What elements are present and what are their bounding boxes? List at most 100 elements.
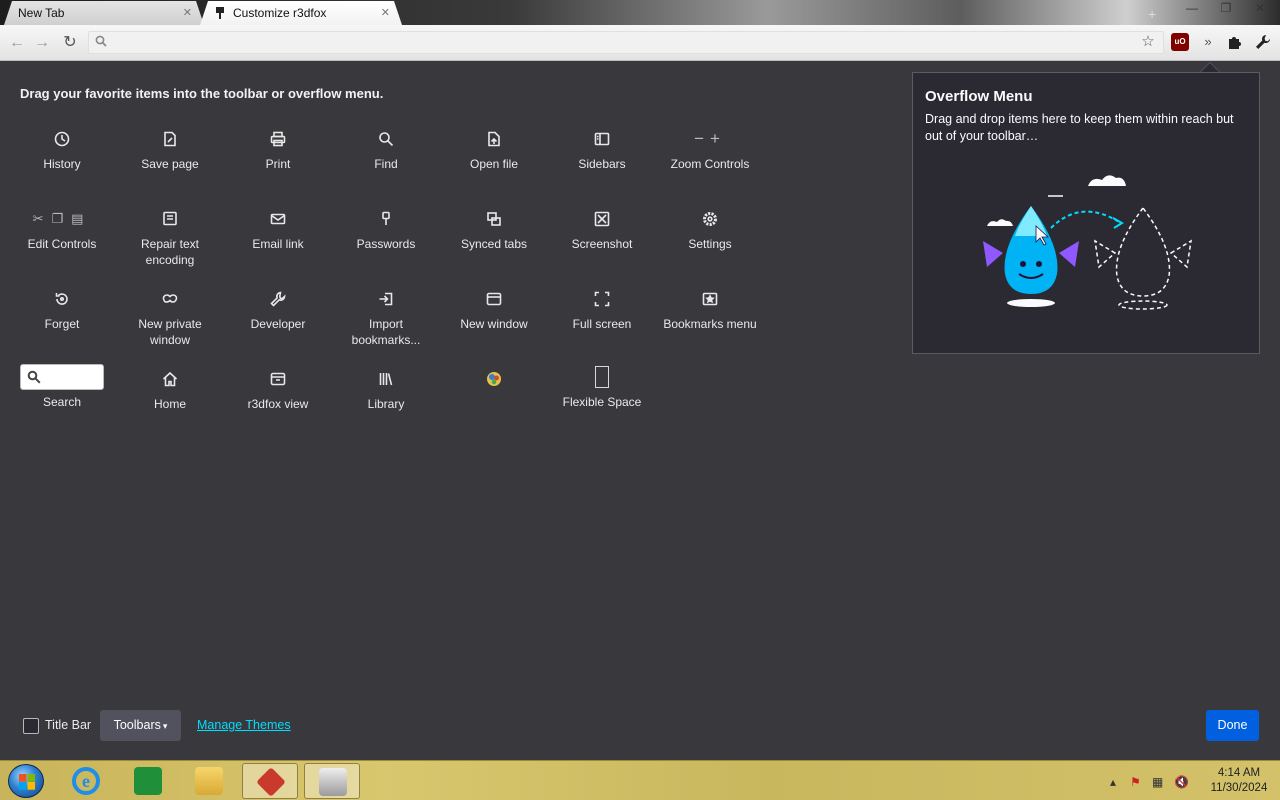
forward-arrow-icon[interactable]: → (31, 32, 53, 54)
palette-item-import-bookmarks[interactable]: Import bookmarks... (336, 286, 436, 348)
palette-item-search[interactable]: Search (12, 364, 112, 410)
search-icon (27, 370, 41, 384)
bookmark-star-icon[interactable]: ☆ (1137, 31, 1159, 53)
print-icon (270, 131, 286, 147)
manage-themes-link[interactable]: Manage Themes (197, 718, 291, 732)
title-bar-checkbox[interactable] (23, 718, 39, 734)
r3dfox-icon (256, 767, 286, 797)
app-menu-wrench-icon[interactable] (1252, 31, 1274, 53)
palette-item-new-window[interactable]: New window (444, 286, 544, 332)
flexible-space-icon (595, 366, 609, 388)
palette-item-history[interactable]: History (12, 126, 112, 172)
palette-item-save-page[interactable]: Save page (120, 126, 220, 172)
close-window-icon[interactable]: ✕ (1246, 0, 1274, 18)
palette-item-passwords[interactable]: Passwords (336, 206, 436, 252)
palette-item-extension[interactable] (444, 366, 544, 396)
internet-explorer-icon: e (72, 767, 100, 795)
new-tab-plus-icon[interactable]: + (1148, 6, 1156, 22)
volume-muted-icon[interactable]: 🔇 (1174, 775, 1189, 789)
minimize-icon[interactable]: — (1178, 0, 1206, 18)
palette-item-edit-controls[interactable]: ✂❐▤ Edit Controls (12, 206, 112, 252)
paintbrush-icon (214, 7, 226, 19)
zoom-icon: −+ (694, 129, 726, 148)
reload-icon[interactable]: ↻ (59, 32, 81, 54)
toolbars-label: Toolbars (113, 718, 161, 732)
action-center-flag-icon[interactable]: ⚑ (1130, 775, 1141, 789)
palette-instructions: Drag your favorite items into the toolba… (20, 86, 384, 101)
palette-item-zoom-controls[interactable]: −+ Zoom Controls (660, 126, 760, 172)
ublock-origin-icon[interactable]: uO (1171, 33, 1189, 51)
back-arrow-icon[interactable]: ← (6, 32, 28, 54)
overflow-menu-panel[interactable]: Overflow Menu Drag and drop items here t… (912, 72, 1260, 354)
extension-icon (444, 366, 544, 392)
done-button[interactable]: Done (1206, 710, 1259, 741)
overflow-panel-arrow-inner (1201, 63, 1219, 72)
firefox-view-icon (270, 372, 286, 386)
fullscreen-icon (594, 291, 610, 307)
edit-controls-icon: ✂❐▤ (32, 211, 92, 226)
url-bar[interactable] (88, 31, 1164, 54)
tab-strip: New Tab ✕ Customize r3dfox ✕ + — ❐ ✕ (0, 0, 1280, 25)
palette-item-new-private-window[interactable]: New private window (120, 286, 220, 348)
email-icon (270, 213, 286, 225)
new-window-icon (486, 292, 502, 306)
palette-item-repair-text-encoding[interactable]: Repair text encoding (120, 206, 220, 268)
windows-logo-icon (19, 774, 35, 790)
palette-item-email-link[interactable]: Email link (228, 206, 328, 252)
close-icon[interactable]: ✕ (381, 6, 390, 19)
palette-item-flexible-space[interactable]: Flexible Space (552, 366, 652, 410)
tab-new-tab[interactable]: New Tab ✕ (4, 1, 204, 25)
key-icon (382, 211, 390, 225)
taskbar-store[interactable] (120, 763, 176, 799)
text-encoding-icon (163, 211, 177, 226)
network-icon[interactable]: ▦ (1152, 775, 1163, 789)
search-input[interactable] (20, 364, 104, 390)
taskbar-r3dfox[interactable] (242, 763, 298, 799)
overflow-menu-description: Drag and drop items here to keep them wi… (925, 112, 1234, 143)
home-icon (162, 371, 178, 387)
toolbars-dropdown-button[interactable]: Toolbars ▾ (100, 710, 181, 741)
show-hidden-icons-icon[interactable]: ▴ (1110, 775, 1116, 789)
start-button[interactable] (8, 764, 44, 798)
palette-item-forget[interactable]: Forget (12, 286, 112, 332)
import-icon (379, 292, 393, 306)
palette-item-print[interactable]: Print (228, 126, 328, 172)
clock[interactable]: 4:14 AM 11/30/2024 (1208, 766, 1270, 796)
gear-icon (703, 212, 717, 226)
bookmarks-menu-icon (702, 292, 718, 306)
palette-item-synced-tabs[interactable]: Synced tabs (444, 206, 544, 252)
taskbar-printer[interactable] (304, 763, 360, 799)
overflow-menu-title: Overflow Menu (925, 88, 1033, 105)
palette-item-r3dfox-view[interactable]: r3dfox view (228, 366, 328, 412)
palette-item-settings[interactable]: Settings (660, 206, 760, 252)
tab-customize[interactable]: Customize r3dfox ✕ (200, 1, 402, 25)
tab-label: New Tab (18, 6, 65, 20)
palette-item-screenshot[interactable]: Screenshot (552, 206, 652, 252)
system-tray: ▴ ⚑ ▦ 🔇 4:14 AM 11/30/2024 (1100, 761, 1280, 800)
wrench-icon (270, 291, 286, 307)
palette-item-find[interactable]: Find (336, 126, 436, 172)
close-icon[interactable]: ✕ (183, 6, 192, 19)
history-icon (54, 131, 70, 147)
screenshot-icon (594, 211, 610, 227)
maximize-icon[interactable]: ❐ (1212, 0, 1240, 18)
library-icon (379, 373, 393, 386)
overflow-illustration (983, 175, 1192, 310)
palette-item-sidebars[interactable]: Sidebars (552, 126, 652, 172)
overflow-chevron-icon[interactable]: » (1197, 31, 1219, 53)
palette-item-library[interactable]: Library (336, 366, 436, 412)
palette-item-developer[interactable]: Developer (228, 286, 328, 332)
taskbar-file-explorer[interactable] (181, 763, 237, 799)
printer-icon (319, 768, 347, 796)
customize-footer: Title Bar Toolbars ▾ Manage Themes Done (0, 706, 1280, 760)
open-file-icon (488, 131, 500, 147)
palette-item-bookmarks-menu[interactable]: Bookmarks menu (660, 286, 760, 332)
palette-item-open-file[interactable]: Open file (444, 126, 544, 172)
save-page-icon (164, 131, 176, 147)
forget-icon (55, 293, 68, 305)
search-icon (95, 35, 107, 47)
extensions-puzzle-icon[interactable] (1224, 31, 1246, 53)
palette-item-home[interactable]: Home (120, 366, 220, 412)
palette-item-full-screen[interactable]: Full screen (552, 286, 652, 332)
taskbar-internet-explorer[interactable]: e (58, 763, 114, 799)
